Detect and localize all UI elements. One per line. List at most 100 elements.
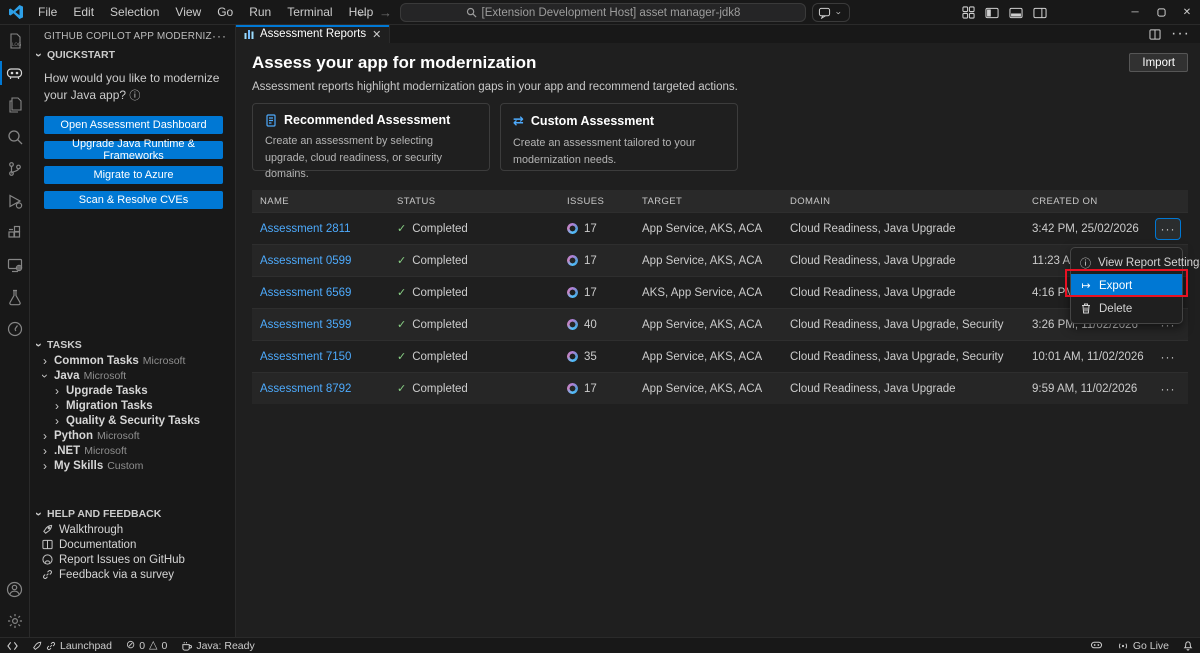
row-actions-button[interactable]: ··· [1161, 382, 1176, 396]
back-icon[interactable]: ← [356, 5, 369, 20]
quickstart-header[interactable]: › QUICKSTART [30, 47, 235, 63]
row-actions-button-active[interactable]: ··· [1155, 218, 1181, 240]
target-text: App Service, AKS, ACA [642, 383, 790, 395]
table-header: NAME STATUS ISSUES TARGET DOMAIN CREATED… [252, 190, 1188, 212]
launchpad-status-item[interactable]: Launchpad [25, 638, 119, 653]
command-center-search[interactable]: [Extension Development Host] asset manag… [400, 3, 806, 22]
tree-item-label: Quality & Security Tasks [66, 415, 200, 427]
extensions-icon[interactable] [0, 217, 30, 249]
help-item-documentation[interactable]: Documentation [30, 537, 235, 552]
migrate-to-azure-button[interactable]: Migrate to Azure [44, 166, 223, 184]
customize-layout-icon[interactable] [958, 0, 978, 25]
menu-item-view-report-settings[interactable]: ⓘ View Report Settings [1071, 251, 1182, 274]
assessment-link[interactable]: Assessment 3599 [260, 319, 397, 331]
table-row: Assessment 0599 ✓Completed 17 App Servic… [252, 244, 1188, 276]
remote-indicator[interactable] [0, 638, 25, 653]
java-status-label: Java: Ready [196, 640, 254, 652]
search-icon[interactable] [0, 121, 30, 153]
output-log-icon[interactable]: LOG [0, 25, 30, 57]
issues-count: 35 [584, 351, 597, 363]
remote-explorer-icon[interactable] [0, 249, 30, 281]
live-preview-icon[interactable] [0, 313, 30, 345]
tree-item-python[interactable]: › Python Microsoft [30, 428, 235, 443]
accounts-icon[interactable] [0, 573, 30, 605]
tab-assessment-reports[interactable]: Assessment Reports ✕ [236, 25, 390, 43]
menu-run[interactable]: Run [241, 0, 279, 25]
toggle-sidebar-icon[interactable] [982, 0, 1002, 25]
tree-item-dotnet[interactable]: › .NET Microsoft [30, 443, 235, 458]
launchpad-label: Launchpad [60, 640, 112, 652]
menu-view[interactable]: View [167, 0, 209, 25]
assessment-link[interactable]: Assessment 8792 [260, 383, 397, 395]
menu-item-delete[interactable]: Delete [1071, 297, 1182, 320]
menu-terminal[interactable]: Terminal [279, 0, 340, 25]
copilot-modernization-icon[interactable] [0, 57, 30, 89]
scan-resolve-cves-button[interactable]: Scan & Resolve CVEs [44, 191, 223, 209]
assessment-link[interactable]: Assessment 0599 [260, 255, 397, 267]
table-row: Assessment 2811 ✓Completed 17 App Servic… [252, 212, 1188, 244]
help-item-feedback-survey[interactable]: Feedback via a survey [30, 567, 235, 582]
upgrade-java-runtime-button[interactable]: Upgrade Java Runtime & Frameworks [44, 141, 223, 159]
editor-more-actions-icon[interactable]: ··· [1171, 25, 1190, 43]
tree-item-my-skills[interactable]: › My Skills Custom [30, 458, 235, 473]
assessment-link[interactable]: Assessment 2811 [260, 223, 397, 235]
page-title: Assess your app for modernization [252, 53, 536, 73]
run-debug-icon[interactable] [0, 185, 30, 217]
tree-item-label: .NET [54, 445, 80, 457]
info-icon[interactable]: ⓘ [129, 90, 140, 102]
sidebar-more-actions-icon[interactable]: ··· [212, 29, 227, 43]
notifications-item[interactable] [1176, 640, 1200, 651]
copilot-chat-button[interactable]: › [812, 3, 850, 22]
tasks-header[interactable]: › TASKS [30, 337, 235, 353]
recommended-assessment-card[interactable]: Recommended Assessment Create an assessm… [252, 103, 490, 171]
custom-assessment-card[interactable]: ⇄ Custom Assessment Create an assessment… [500, 103, 738, 171]
explorer-icon[interactable] [0, 89, 30, 121]
table-row: Assessment 3599 ✓Completed 40 App Servic… [252, 308, 1188, 340]
forward-icon[interactable]: → [379, 5, 392, 20]
toggle-panel-icon[interactable] [1006, 0, 1026, 25]
created-text: 3:42 PM, 25/02/2026 [1032, 223, 1148, 235]
table-row: Assessment 6569 ✓Completed 17 AKS, App S… [252, 276, 1188, 308]
check-icon: ✓ [397, 254, 406, 267]
issues-donut-icon [567, 255, 578, 266]
tree-item-migration-tasks[interactable]: › Migration Tasks [30, 398, 235, 413]
help-item-report-issues[interactable]: Report Issues on GitHub [30, 552, 235, 567]
menu-item-export[interactable]: ↦ Export [1071, 274, 1182, 297]
menu-file[interactable]: File [30, 0, 65, 25]
tab-close-icon[interactable]: ✕ [372, 28, 381, 41]
close-button[interactable]: ✕ [1174, 0, 1200, 25]
problems-status-item[interactable]: ⊘ 0 △ 0 [119, 638, 174, 653]
errors-icon: ⊘ [126, 640, 135, 651]
tree-item-common-tasks[interactable]: › Common Tasks Microsoft [30, 353, 235, 368]
split-editor-icon[interactable] [1149, 29, 1161, 40]
help-feedback-header[interactable]: › HELP AND FEEDBACK [30, 506, 235, 522]
testing-icon[interactable] [0, 281, 30, 313]
copilot-status-item[interactable] [1083, 640, 1110, 651]
target-text: App Service, AKS, ACA [642, 351, 790, 363]
import-button[interactable]: Import [1129, 53, 1188, 72]
tree-item-badge: Microsoft [84, 445, 127, 457]
row-actions-button[interactable]: ··· [1161, 350, 1176, 364]
issues-donut-icon [567, 287, 578, 298]
go-live-status-item[interactable]: Go Live [1110, 640, 1176, 652]
menu-go[interactable]: Go [209, 0, 241, 25]
help-item-walkthrough[interactable]: Walkthrough [30, 522, 235, 537]
tree-item-quality-security-tasks[interactable]: › Quality & Security Tasks [30, 413, 235, 428]
editor-area: Assessment Reports ✕ ··· Assess your app… [236, 25, 1200, 637]
assessment-link[interactable]: Assessment 7150 [260, 351, 397, 363]
tree-item-java[interactable]: › Java Microsoft [30, 368, 235, 383]
check-icon: ✓ [397, 286, 406, 299]
settings-gear-icon[interactable] [0, 605, 30, 637]
source-control-icon[interactable] [0, 153, 30, 185]
menu-edit[interactable]: Edit [65, 0, 102, 25]
maximize-button[interactable] [1148, 0, 1174, 25]
tree-item-upgrade-tasks[interactable]: › Upgrade Tasks [30, 383, 235, 398]
report-icon [244, 29, 254, 39]
java-status-item[interactable]: Java: Ready [174, 638, 261, 653]
open-assessment-dashboard-button[interactable]: Open Assessment Dashboard [44, 116, 223, 134]
toggle-secondary-sidebar-icon[interactable] [1030, 0, 1050, 25]
assessment-link[interactable]: Assessment 6569 [260, 287, 397, 299]
sidebar-title: GITHUB COPILOT APP MODERNIZATION [44, 31, 212, 42]
menu-selection[interactable]: Selection [102, 0, 167, 25]
minimize-button[interactable]: ─ [1122, 0, 1148, 25]
